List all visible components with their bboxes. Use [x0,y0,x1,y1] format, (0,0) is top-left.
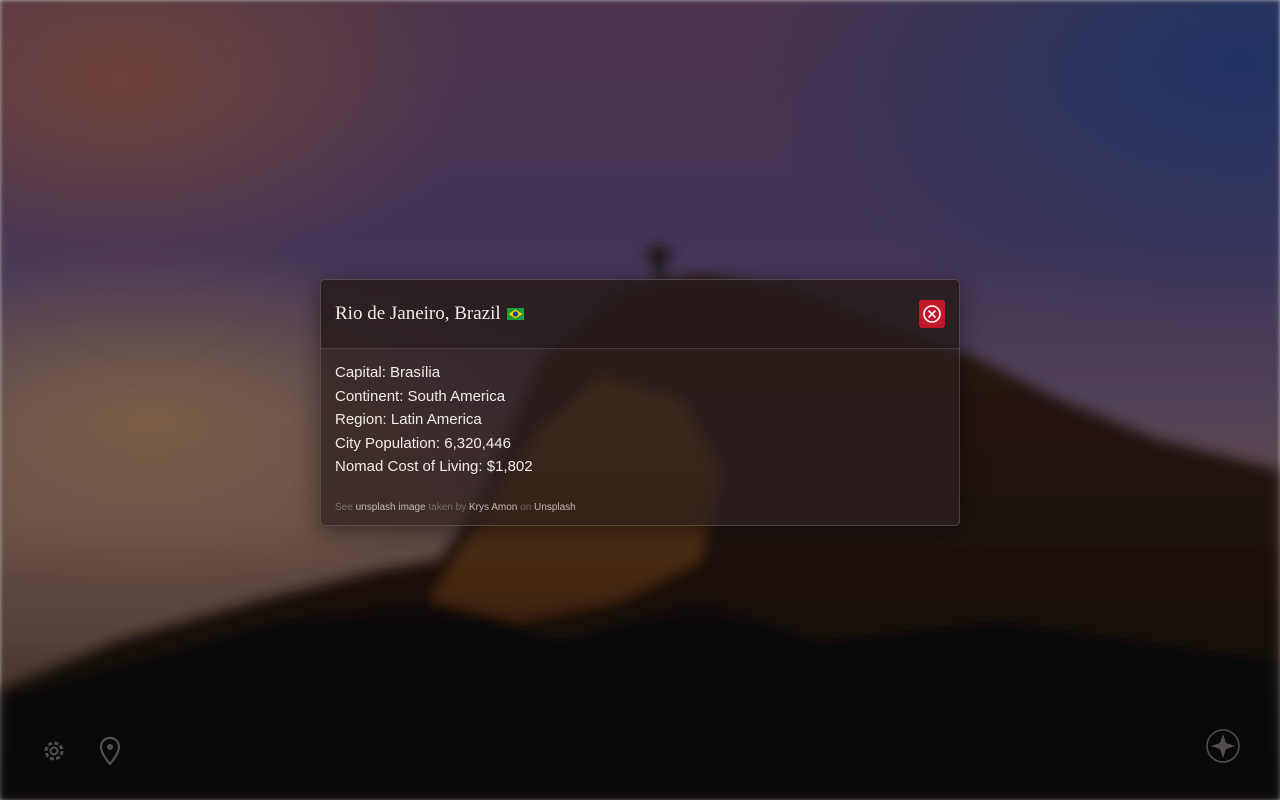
unsplash-link[interactable]: Unsplash [534,502,576,513]
author-link[interactable]: Krys Amon [469,502,517,513]
compass-button[interactable] [1204,727,1242,765]
modal-header: Rio de Janeiro, Brazil [321,280,959,349]
settings-button[interactable] [40,737,68,765]
city-title-text: Rio de Janeiro, Brazil [335,303,501,324]
modal-body: Capital: Brasília Continent: South Ameri… [321,349,959,479]
map-pin-icon [99,736,121,766]
city-title: Rio de Janeiro, Brazil [335,303,524,325]
photo-credit: See unsplash image taken by Krys Amon on… [335,502,576,513]
capital-info: Capital: Brasília [335,364,441,381]
continent-info: Continent: South America [335,387,506,405]
credit-see-text: See [335,502,353,513]
region-info: Region: Latin America [335,411,482,429]
population-info: City Population: 6,320,446 [335,434,511,452]
location-button[interactable] [96,735,124,767]
close-button[interactable] [919,300,945,328]
credit-taken-by-text: taken by [428,502,467,513]
cost-of-living-info: Nomad Cost of Living: $1,802 [335,458,533,476]
unsplash-image-link[interactable]: unsplash image [356,502,426,513]
compass-icon [1206,729,1240,763]
brazil-flag-icon [506,308,524,320]
gear-icon [44,741,64,761]
credit-on-text: on [520,502,532,513]
city-info-modal: Rio de Janeiro, Brazil Capital: Brasília… [320,279,960,526]
close-circle-icon [923,305,941,323]
